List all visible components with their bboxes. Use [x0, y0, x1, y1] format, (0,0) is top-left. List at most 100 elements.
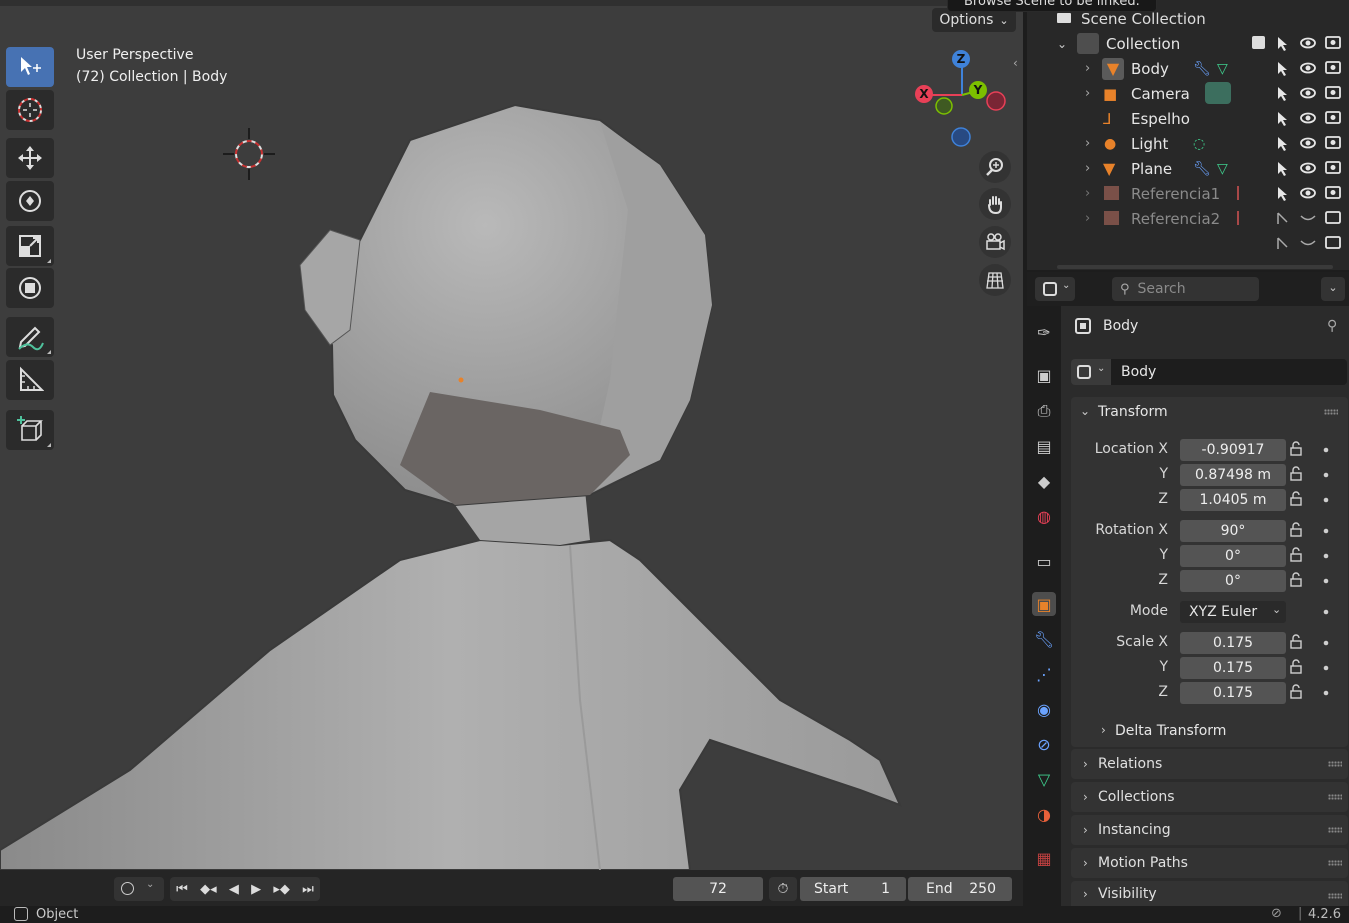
options-chevron-icon[interactable]: ⌄ [1321, 277, 1345, 301]
data-tab-icon[interactable]: ▽ [1032, 767, 1056, 791]
rotate-tool[interactable] [6, 181, 54, 221]
annotate-tool[interactable] [6, 317, 54, 357]
delta-transform-header[interactable]: Delta Transform [1115, 723, 1226, 739]
tooltip: Browse Scene to be linked. [947, 0, 1157, 12]
drag-grip-icon[interactable] [1328, 761, 1342, 767]
mesh-data-icon[interactable]: ▽ [1217, 161, 1228, 177]
chevron-down-icon[interactable]: ⌄ [1080, 404, 1090, 418]
character-mesh[interactable] [0, 0, 1023, 870]
cursor-tool[interactable] [6, 90, 54, 130]
pin-icon[interactable]: ⚲ [1327, 318, 1337, 334]
item-label: Referencia2 [1131, 209, 1221, 228]
pan-button[interactable] [979, 188, 1011, 220]
chevron-right-icon[interactable]: › [1101, 723, 1106, 737]
physics-tab-icon[interactable]: ◉ [1032, 697, 1056, 721]
rotation-x-label: Rotation X [1095, 522, 1168, 538]
relations-panel[interactable]: › Relations [1071, 749, 1348, 779]
scale-z-field[interactable]: 0.175 [1180, 682, 1286, 704]
location-z-field[interactable]: 1.0405 m [1180, 489, 1286, 511]
collection-row-toggles[interactable] [1273, 35, 1349, 51]
visibility-panel[interactable]: › Visibility [1071, 881, 1348, 906]
drag-grip-icon[interactable] [1328, 893, 1342, 899]
item-label: Camera [1131, 84, 1190, 103]
transform-icon [19, 277, 41, 299]
chevron-left-icon[interactable]: ‹ [1013, 56, 1023, 70]
stopwatch-icon[interactable]: ⏱︎ [769, 877, 797, 901]
modifier-tab-icon[interactable]: 🔧︎ [1032, 627, 1056, 651]
image-data-icon[interactable] [1237, 211, 1243, 225]
constraints-tab-icon[interactable]: ⊘ [1032, 732, 1056, 756]
object-tab-icon[interactable]: ▣ [1032, 592, 1056, 616]
empty-object-icon: ⅃ [1103, 109, 1112, 128]
prev-keyframe-icon[interactable]: ◆◂ [200, 882, 217, 897]
editor-type-button[interactable]: ⌄ [1035, 277, 1075, 301]
scene-tab-icon[interactable]: ◆ [1032, 469, 1056, 493]
next-keyframe-icon[interactable]: ▸◆ [273, 882, 290, 897]
rotation-y-label: Y [1159, 547, 1168, 563]
modifier-wrench-icon[interactable]: 🔧︎ [1193, 161, 1211, 177]
select-cursor-icon [21, 57, 41, 75]
image-data-icon[interactable] [1237, 186, 1243, 200]
scale-y-field[interactable]: 0.175 [1180, 657, 1286, 679]
rotation-z-field[interactable]: 0° [1180, 570, 1286, 592]
modifier-wrench-icon[interactable]: 🔧︎ [1193, 61, 1211, 77]
render-tab-icon[interactable]: ▣ [1032, 363, 1056, 387]
jump-end-icon[interactable]: ⏭︎ [302, 882, 314, 897]
current-frame-field[interactable]: 72 [673, 877, 763, 901]
light-data-icon[interactable]: ◌ [1193, 136, 1205, 152]
drag-grip-icon[interactable] [1328, 827, 1342, 833]
start-frame-field[interactable]: Start 1 [800, 877, 906, 901]
scale-tool[interactable] [6, 226, 54, 266]
end-frame-field[interactable]: End 250 [908, 877, 1012, 901]
instancing-panel[interactable]: › Instancing [1071, 815, 1348, 845]
navigation-gizmo[interactable]: Z X Y [905, 45, 1015, 155]
object-icon [1075, 318, 1091, 334]
world-tab-icon[interactable]: ◍ [1032, 504, 1056, 528]
measure-tool[interactable] [6, 360, 54, 400]
drag-grip-icon[interactable] [1324, 409, 1338, 415]
outliner-scrollbar[interactable] [1057, 265, 1333, 269]
collections-panel[interactable]: › Collections [1071, 782, 1348, 812]
location-y-field[interactable]: 0.87498 m [1180, 464, 1286, 486]
select-box-tool[interactable] [6, 47, 54, 87]
zoom-button[interactable] [979, 151, 1011, 183]
object-name-field[interactable]: Body [1111, 359, 1347, 385]
texture-tab-icon[interactable]: ▦ [1032, 846, 1056, 870]
play-reverse-icon[interactable]: ◀ [229, 882, 239, 897]
move-tool[interactable] [6, 138, 54, 178]
transform-tool[interactable] [6, 268, 54, 308]
view-layer-tab-icon[interactable]: ▤ [1032, 434, 1056, 458]
search-input[interactable]: ⚲ Search [1112, 277, 1259, 301]
material-tab-icon[interactable]: ◑ [1032, 802, 1056, 826]
add-cube-tool[interactable] [6, 410, 54, 450]
motion-paths-panel[interactable]: › Motion Paths [1071, 848, 1348, 878]
mesh-data-icon[interactable]: ▽ [1217, 61, 1228, 77]
drag-grip-icon[interactable] [1328, 794, 1342, 800]
location-x-field[interactable]: -0.90917 [1180, 439, 1286, 461]
output-tab-icon[interactable]: ⎙ [1032, 399, 1056, 423]
camera-view-button[interactable] [979, 226, 1011, 258]
perspective-toggle-button[interactable] [979, 264, 1011, 296]
camera-data-icon[interactable] [1205, 82, 1231, 104]
camera-icon [986, 233, 1005, 251]
scale-x-field[interactable]: 0.175 [1180, 632, 1286, 654]
checkbox-icon[interactable] [1252, 36, 1265, 49]
tool-tab-icon[interactable]: ✑ [1032, 320, 1056, 344]
transform-header[interactable]: Transform [1098, 404, 1168, 420]
drag-grip-icon[interactable] [1328, 860, 1342, 866]
collection-tab-icon[interactable]: ▭ [1032, 549, 1056, 573]
options-label: Options [939, 12, 994, 28]
visibility-toggles[interactable] [1273, 60, 1349, 255]
play-icon[interactable]: ▶ [251, 882, 261, 897]
playback-controls: ⏮︎ ◆◂ ◀ ▶ ▸◆ ⏭︎ [170, 877, 320, 901]
perspective-label: User Perspective [76, 47, 194, 63]
keying-dropdown[interactable]: ⌄ [114, 877, 164, 901]
rotation-mode-dropdown[interactable]: XYZ Euler ⌄ [1180, 601, 1286, 623]
object-selector-button[interactable]: ⌄ [1071, 359, 1111, 385]
rotation-y-field[interactable]: 0° [1180, 545, 1286, 567]
jump-start-icon[interactable]: ⏮︎ [176, 882, 188, 897]
particles-tab-icon[interactable]: ⋰ [1032, 662, 1056, 686]
rotation-x-field[interactable]: 90° [1180, 520, 1286, 542]
3d-viewport[interactable]: User Perspective (72) Collection | Body … [0, 0, 1023, 870]
lock-keyframe-column[interactable] [1289, 440, 1334, 702]
